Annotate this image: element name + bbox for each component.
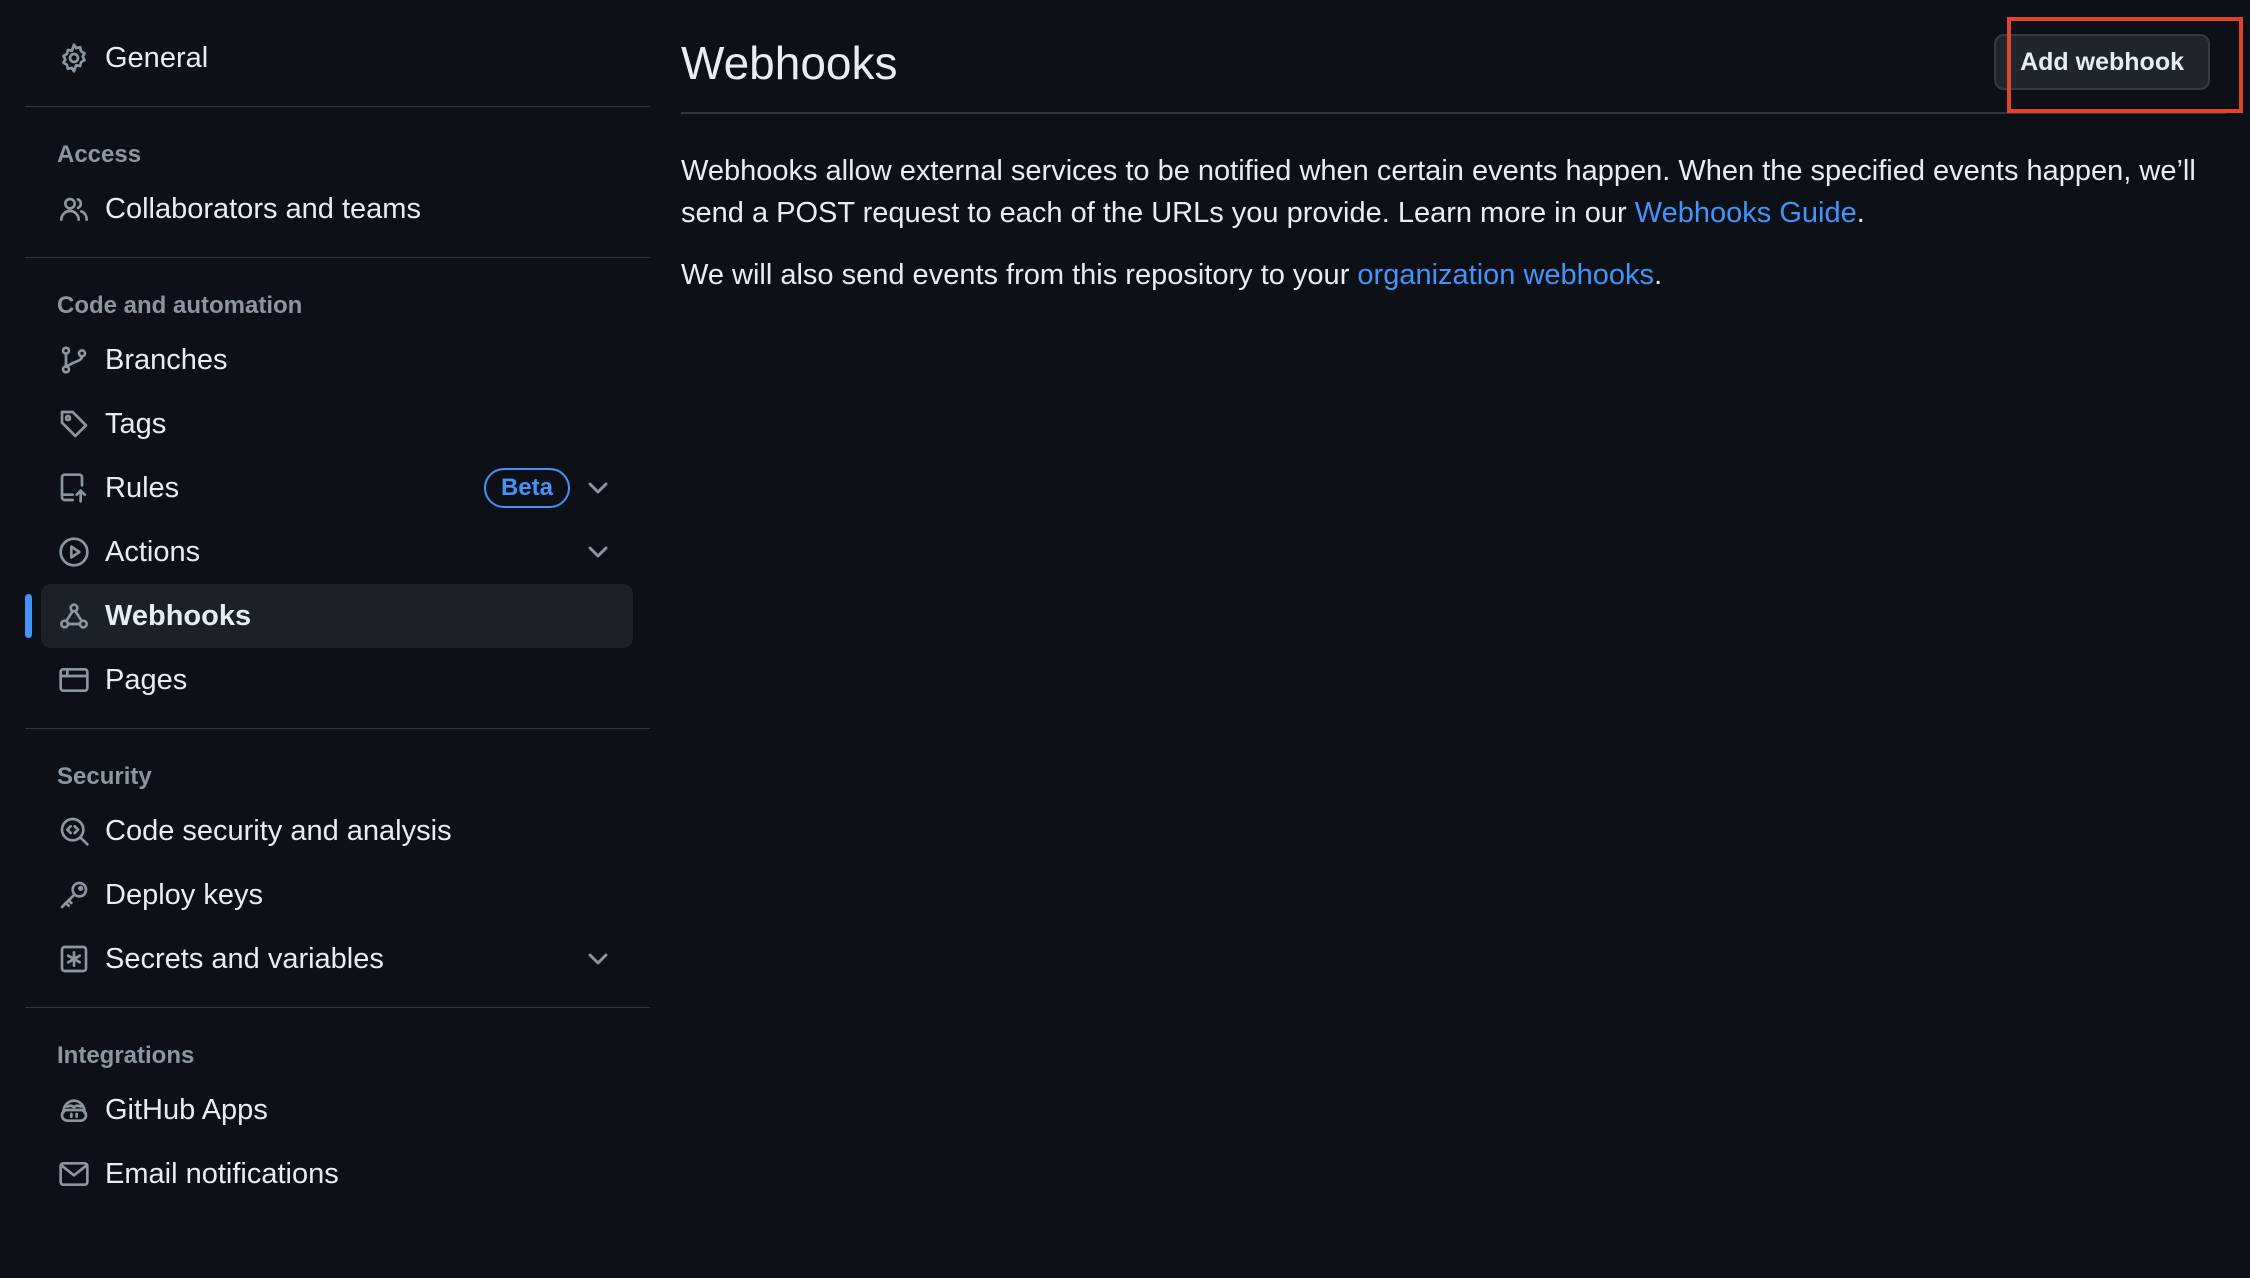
sidebar-item-label: Rules <box>105 471 180 504</box>
divider <box>25 257 650 258</box>
settings-sidebar: General Access Collaborators and teams C… <box>25 0 650 1206</box>
people-icon <box>57 192 91 226</box>
sidebar-item-label: Webhooks <box>105 599 252 632</box>
sidebar-item-label: GitHub Apps <box>105 1093 268 1126</box>
divider <box>25 106 650 107</box>
org-note-text: We will also send events from this repos… <box>681 259 1358 291</box>
description-period: . <box>1856 197 1865 229</box>
beta-badge: Beta <box>483 468 570 508</box>
sidebar-item-email-notifications[interactable]: Email notifications <box>25 1142 650 1206</box>
sidebar-item-code-security[interactable]: Code security and analysis <box>25 799 650 863</box>
main-content: Webhooks Add webhook Webhooks allow exte… <box>681 0 2243 296</box>
divider <box>25 1007 650 1008</box>
tag-icon <box>57 407 91 441</box>
sidebar-item-tags[interactable]: Tags <box>25 392 650 456</box>
browser-icon <box>57 663 91 697</box>
section-header-code-automation: Code and automation <box>57 292 303 319</box>
chevron-down-icon[interactable] <box>582 943 614 975</box>
divider <box>25 728 650 729</box>
sidebar-item-label: Collaborators and teams <box>105 192 421 225</box>
chevron-down-icon[interactable] <box>582 472 614 504</box>
sidebar-item-label: Branches <box>105 343 228 376</box>
sidebar-item-actions[interactable]: Actions <box>25 520 650 584</box>
mail-icon <box>57 1157 91 1191</box>
sidebar-item-general[interactable]: General <box>25 26 650 90</box>
description-text: Webhooks allow external services to be n… <box>681 155 2196 229</box>
sidebar-item-label: Pages <box>105 663 188 696</box>
org-note-period: . <box>1654 259 1663 291</box>
webhook-icon <box>57 599 91 633</box>
active-indicator <box>25 594 32 638</box>
sidebar-item-collaborators[interactable]: Collaborators and teams <box>25 177 650 241</box>
page-header: Webhooks Add webhook <box>681 0 2243 114</box>
sidebar-item-secrets[interactable]: Secrets and variables <box>25 927 650 991</box>
sidebar-item-label: Deploy keys <box>105 878 263 911</box>
codescan-icon <box>57 814 91 848</box>
add-webhook-button[interactable]: Add webhook <box>1994 34 2210 90</box>
sidebar-item-label: General <box>105 41 209 74</box>
sidebar-item-label: Tags <box>105 407 167 440</box>
webhooks-guide-link[interactable]: Webhooks Guide <box>1635 197 1857 229</box>
sidebar-item-label: Secrets and variables <box>105 942 384 975</box>
chevron-down-icon[interactable] <box>582 536 614 568</box>
key-icon <box>57 878 91 912</box>
webhooks-description: Webhooks allow external services to be n… <box>681 150 2221 234</box>
section-header-access: Access <box>57 141 142 168</box>
sidebar-item-deploy-keys[interactable]: Deploy keys <box>25 863 650 927</box>
sidebar-item-webhooks[interactable]: Webhooks <box>25 584 633 648</box>
sidebar-item-label: Actions <box>105 535 201 568</box>
play-circle-icon <box>57 535 91 569</box>
sidebar-item-github-apps[interactable]: GitHub Apps <box>25 1078 650 1142</box>
settings-page: General Access Collaborators and teams C… <box>0 0 2250 1278</box>
section-header-integrations: Integrations <box>57 1042 195 1069</box>
sidebar-item-pages[interactable]: Pages <box>25 648 650 712</box>
section-header-security: Security <box>57 763 152 790</box>
git-branch-icon <box>57 343 91 377</box>
organization-webhooks-link[interactable]: organization webhooks <box>1357 259 1654 291</box>
page-title: Webhooks <box>681 37 898 89</box>
sidebar-item-rules[interactable]: Rules Beta <box>25 456 650 520</box>
key-asterisk-icon <box>57 942 91 976</box>
sidebar-item-label: Email notifications <box>105 1157 339 1190</box>
copilot-icon <box>57 1093 91 1127</box>
gear-icon <box>57 41 91 75</box>
repo-push-icon <box>57 471 91 505</box>
org-webhooks-note: We will also send events from this repos… <box>681 254 2226 296</box>
sidebar-item-label: Code security and analysis <box>105 814 452 847</box>
sidebar-item-branches[interactable]: Branches <box>25 328 650 392</box>
